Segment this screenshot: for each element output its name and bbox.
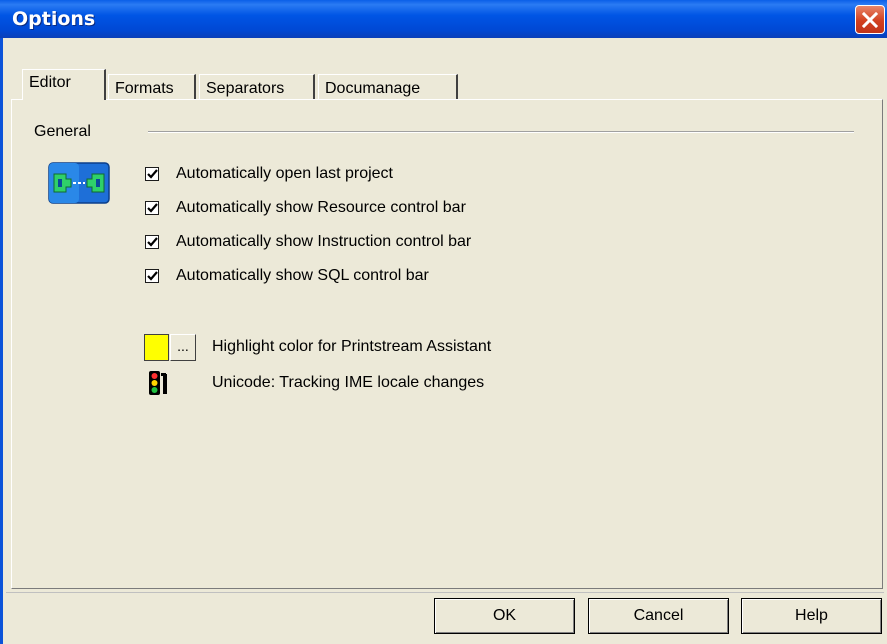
checkbox-label: Automatically show Resource control bar (176, 199, 466, 216)
checkbox-label: Automatically show Instruction control b… (176, 233, 472, 250)
traffic-light-icon (149, 371, 167, 395)
ok-button[interactable]: OK (434, 598, 575, 634)
checkbox[interactable] (145, 269, 159, 283)
tab-editor[interactable]: Editor (22, 69, 106, 100)
choose-color-button[interactable]: ... (170, 334, 196, 361)
cancel-button[interactable]: Cancel (588, 598, 729, 634)
editor-general-icon (48, 162, 110, 204)
checkmark-icon (147, 203, 158, 213)
checkbox[interactable] (145, 167, 159, 181)
checkbox-label: Automatically show SQL control bar (176, 267, 429, 284)
tab-label: Editor (29, 74, 71, 91)
title-bar: Options (0, 0, 887, 38)
tab-label: Formats (115, 80, 174, 97)
unicode-ime-label: Unicode: Tracking IME locale changes (212, 374, 485, 391)
group-label-general: General (34, 123, 91, 140)
help-button[interactable]: Help (741, 598, 882, 634)
tab-label: Documanage (325, 80, 421, 97)
button-divider (6, 592, 884, 593)
group-divider (148, 131, 854, 133)
close-button[interactable] (855, 5, 885, 34)
checkbox-label: Automatically open last project (176, 165, 393, 182)
highlight-color-swatch[interactable] (144, 334, 169, 361)
highlight-color-label: Highlight color for Printstream Assistan… (212, 338, 492, 355)
close-icon (862, 12, 878, 28)
checkbox[interactable] (145, 201, 159, 215)
window-frame-left (0, 38, 3, 644)
checkmark-icon (147, 169, 158, 179)
checkmark-icon (147, 271, 158, 281)
checkmark-icon (147, 237, 158, 247)
tab-label: Separators (206, 80, 285, 97)
checkbox[interactable] (145, 235, 159, 249)
tab-separators[interactable]: Separators (199, 74, 315, 100)
tab-formats[interactable]: Formats (108, 74, 196, 100)
window-title: Options (12, 8, 96, 30)
tab-documanage[interactable]: Documanage (318, 74, 458, 100)
